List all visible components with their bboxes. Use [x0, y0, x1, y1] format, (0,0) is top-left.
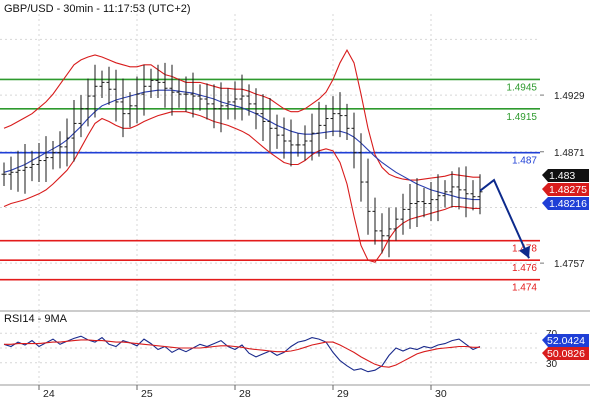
y-tick-label-0: 1.4929 — [554, 91, 585, 102]
chart-title: GBP/USD - 30min - 11:17:53 (UTC+2) — [4, 3, 191, 15]
y-tick-label-2: 1.4757 — [554, 259, 585, 270]
rsi-tag-label: 52.0424 — [547, 335, 585, 347]
price-tag-ma: 1.48216 — [542, 197, 589, 210]
price-tag-price: 1.483 — [542, 169, 589, 182]
level-label-5: 1.474 — [512, 283, 537, 294]
price-tag-label: 1.48275 — [549, 184, 587, 196]
forex-chart: 1.49451.49151.4871.4781.4761.474 1.49291… — [0, 0, 590, 400]
price-tag-label: 1.483 — [549, 170, 575, 182]
rsi-tag-rsi: 52.0424 — [542, 334, 589, 347]
price-tags: 1.483 1.48275 1.48216 — [542, 169, 589, 210]
x-tick-label-0: 24 — [43, 388, 55, 400]
x-tick-label-1: 25 — [141, 388, 153, 400]
x-tick-label-2: 28 — [239, 388, 251, 400]
y-tick-label-1: 1.4871 — [554, 148, 585, 159]
level-label-4: 1.476 — [512, 263, 537, 274]
level-label-2: 1.487 — [512, 156, 537, 167]
rsi-tag-label: 50.0826 — [547, 348, 585, 360]
rsi-tick-label-1: 30 — [546, 359, 558, 370]
level-label-1: 1.4915 — [506, 112, 537, 123]
x-tick-label-3: 29 — [337, 388, 349, 400]
rsi-title: RSI14 - 9MA — [4, 313, 68, 325]
price-tag-label: 1.48216 — [549, 198, 587, 210]
x-tick-label-4: 30 — [435, 388, 447, 400]
rsi-tags: 52.042450.0826 — [542, 334, 589, 360]
rsi-tag-ma: 50.0826 — [542, 347, 589, 360]
level-label-0: 1.4945 — [506, 82, 537, 93]
price-tag-bollinger: 1.48275 — [542, 183, 589, 196]
chart-canvas: 1.49451.49151.4871.4781.4761.474 1.49291… — [0, 0, 590, 400]
